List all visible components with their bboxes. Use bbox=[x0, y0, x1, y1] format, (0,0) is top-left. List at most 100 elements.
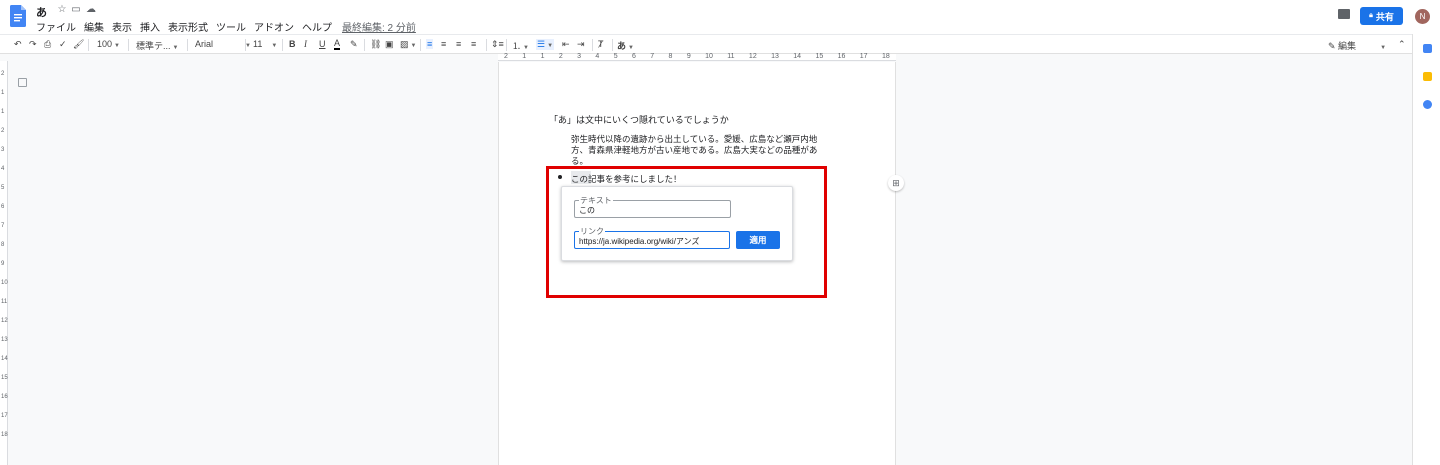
comment-history-icon[interactable] bbox=[1338, 9, 1350, 19]
vertical-ruler-label: 15 bbox=[1, 375, 8, 381]
numbered-list-icon[interactable]: ⒈ ▼ bbox=[512, 39, 529, 52]
ruler-tick-label: 7 bbox=[650, 53, 655, 60]
ruler-tick-label: 17 bbox=[859, 53, 868, 60]
spellcheck-icon[interactable]: ✓ bbox=[59, 39, 67, 50]
vertical-ruler-label: 4 bbox=[1, 166, 5, 172]
document-outline-icon[interactable] bbox=[18, 78, 27, 87]
avatar[interactable]: N bbox=[1415, 9, 1430, 24]
ruler-tick-label: 8 bbox=[668, 53, 673, 60]
insert-link-icon[interactable]: ⛓︎ bbox=[370, 39, 381, 50]
move-folder-icon[interactable]: ▭ bbox=[70, 4, 82, 15]
cloud-status-icon[interactable]: ☁ bbox=[85, 4, 97, 15]
ruler-tick-label: 11 bbox=[727, 53, 735, 60]
bulleted-list-icon[interactable]: ☰ ▼ bbox=[536, 39, 555, 50]
vertical-ruler[interactable]: 2 1 1 2 3 4 5 6 7 8 9 10 11 12 13 14 15 16 17 18 bbox=[0, 61, 8, 465]
ruler-tick-label: 10 bbox=[705, 53, 713, 60]
align-left-icon[interactable]: ≡ bbox=[426, 39, 434, 49]
ruler-tick-label: 1 bbox=[522, 53, 527, 60]
text-color-button[interactable]: A bbox=[334, 39, 341, 50]
style-select[interactable]: 標準テ... ▼ bbox=[136, 39, 178, 52]
italic-button[interactable]: I bbox=[304, 39, 307, 49]
side-panel bbox=[1412, 34, 1440, 465]
print-icon[interactable]: ⎙ bbox=[44, 39, 51, 50]
ruler-tick-label: 9 bbox=[686, 53, 691, 60]
align-justify-icon[interactable]: ≡ bbox=[471, 39, 476, 49]
clear-formatting-icon[interactable]: Ⱦ bbox=[598, 39, 604, 49]
document-title[interactable]: あ bbox=[36, 4, 47, 20]
body-paragraph[interactable]: 弥生時代以降の遺跡から出土している。愛媛、広島など瀬戸内地方、青森県津軽地方が古… bbox=[571, 134, 833, 167]
ruler-tick-label: 4 bbox=[595, 53, 600, 60]
redo-icon[interactable]: ↷ bbox=[29, 39, 37, 50]
menu-format[interactable]: 表示形式 bbox=[168, 19, 208, 34]
menu-file[interactable]: ファイル bbox=[36, 19, 76, 34]
ruler-tick-label: 15 bbox=[815, 53, 824, 60]
vertical-ruler-label: 1 bbox=[1, 90, 5, 96]
ruler-tick-label: 16 bbox=[837, 53, 846, 60]
underline-button[interactable]: U bbox=[319, 39, 326, 49]
horizontal-ruler[interactable]: 2 1 1 2 3 4 5 6 7 8 9 10 11 12 13 14 15 16 17 18 bbox=[498, 53, 896, 61]
add-comment-icon[interactable]: ⊞ bbox=[888, 175, 904, 191]
font-size-select[interactable]: 11 ▼ bbox=[253, 39, 277, 49]
vertical-ruler-label: 1 bbox=[1, 109, 5, 115]
vertical-ruler-label: 17 bbox=[1, 413, 8, 419]
vertical-ruler-label: 13 bbox=[1, 337, 8, 343]
vertical-ruler-label: 9 bbox=[1, 261, 5, 267]
menu-view[interactable]: 表示 bbox=[112, 19, 132, 34]
ruler-tick-label: 13 bbox=[771, 53, 779, 60]
collapse-menus-icon[interactable]: ⌃ bbox=[1398, 39, 1406, 50]
font-select[interactable]: Arial ▼ bbox=[195, 39, 251, 49]
ruler-tick-label: 6 bbox=[631, 53, 636, 60]
vertical-ruler-label: 5 bbox=[1, 185, 5, 191]
keep-icon[interactable] bbox=[1423, 72, 1432, 81]
docs-logo-icon[interactable] bbox=[10, 5, 26, 27]
decrease-indent-icon[interactable]: ⇤ bbox=[562, 39, 570, 50]
align-right-icon[interactable]: ≡ bbox=[456, 39, 461, 49]
vertical-ruler-label: 8 bbox=[1, 242, 5, 248]
zoom-select[interactable]: 100 ▼ bbox=[97, 39, 120, 49]
question-line[interactable]: 「あ」は文中にいくつ隠れているでしょうか bbox=[549, 113, 729, 126]
vertical-ruler-label: 2 bbox=[1, 128, 5, 134]
bold-button[interactable]: B bbox=[289, 39, 296, 49]
input-tools-button[interactable]: あ ▼ bbox=[617, 39, 634, 52]
line-spacing-icon[interactable]: ⇕≡ bbox=[491, 39, 504, 50]
vertical-ruler-label: 7 bbox=[1, 223, 5, 229]
vertical-ruler-label: 11 bbox=[1, 299, 8, 305]
last-edit-link[interactable]: 最終編集: 2 分前 bbox=[342, 19, 416, 34]
share-button[interactable]: 🔒︎ 共有 bbox=[1360, 7, 1403, 25]
menu-help[interactable]: ヘルプ bbox=[302, 19, 332, 34]
vertical-ruler-label: 2 bbox=[1, 71, 5, 77]
ruler-labels: 2 1 1 2 3 4 5 6 7 8 9 10 11 12 13 14 15 16 17 18 bbox=[498, 53, 896, 61]
add-comment-toolbar-icon[interactable]: ▣ bbox=[385, 39, 394, 50]
menu-edit[interactable]: 編集 bbox=[84, 19, 104, 34]
share-label: 共有 bbox=[1375, 11, 1394, 22]
app-header: あ ☆ ▭ ☁ ファイル 編集 表示 挿入 表示形式 ツール アドオン ヘルプ … bbox=[0, 0, 1440, 34]
align-center-icon[interactable]: ≡ bbox=[441, 39, 446, 49]
ruler-tick-label: 14 bbox=[793, 53, 802, 60]
paint-format-icon[interactable]: 🖌︎ bbox=[73, 39, 84, 50]
vertical-ruler-label: 6 bbox=[1, 204, 5, 210]
insert-image-icon[interactable]: ▨ ▼ bbox=[400, 39, 416, 50]
annotation-highlight-box bbox=[546, 166, 827, 298]
editing-mode-select[interactable]: ✎ 編集 ▼ bbox=[1328, 39, 1386, 52]
highlight-color-icon[interactable]: ✎ bbox=[350, 39, 358, 50]
ruler-tick-label: 3 bbox=[577, 53, 582, 60]
vertical-ruler-label: 14 bbox=[1, 356, 8, 362]
undo-icon[interactable]: ↶ bbox=[14, 39, 22, 50]
menu-tools[interactable]: ツール bbox=[216, 19, 246, 34]
increase-indent-icon[interactable]: ⇥ bbox=[577, 39, 585, 50]
lock-icon: 🔒︎ bbox=[1369, 12, 1373, 19]
ruler-tick-label: 18 bbox=[881, 53, 890, 60]
ruler-tick-label: 5 bbox=[613, 53, 618, 60]
ruler-tick-label: 2 bbox=[558, 53, 563, 60]
vertical-ruler-label: 18 bbox=[1, 432, 8, 438]
star-icon[interactable]: ☆ bbox=[56, 4, 68, 15]
menu-addons[interactable]: アドオン bbox=[254, 19, 294, 34]
menu-bar: ファイル 編集 表示 挿入 表示形式 ツール アドオン ヘルプ 最終編集: 2 … bbox=[36, 19, 424, 34]
ruler-tick-label: 2 bbox=[504, 53, 508, 60]
tasks-icon[interactable] bbox=[1423, 100, 1432, 109]
toolbar: ↶ ↷ ⎙ ✓ 🖌︎ 100 ▼ 標準テ... ▼ Arial ▼ 11 ▼ B I U… bbox=[0, 34, 1412, 54]
menu-insert[interactable]: 挿入 bbox=[140, 19, 160, 34]
ruler-tick-label: 12 bbox=[748, 53, 757, 60]
calendar-icon[interactable] bbox=[1423, 44, 1432, 53]
vertical-ruler-label: 3 bbox=[1, 147, 5, 153]
